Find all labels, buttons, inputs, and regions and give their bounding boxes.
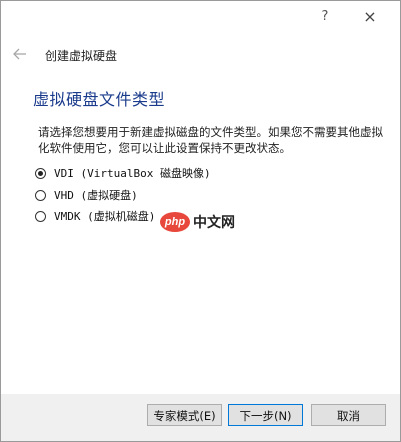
option-label: VMDK (虚拟机磁盘) (54, 210, 156, 223)
radio-checked-icon[interactable] (35, 167, 46, 179)
radio-unchecked-icon[interactable] (35, 189, 46, 201)
option-label: VDI (VirtualBox 磁盘映像) (54, 167, 211, 180)
option-vdi[interactable]: VDI (VirtualBox 磁盘映像) (35, 164, 211, 182)
cancel-button[interactable]: 取消 (311, 404, 386, 426)
page-heading: 虚拟硬盘文件类型 (33, 90, 166, 109)
title-bar: ? × (1, 1, 400, 34)
button-bar: 专家模式(E) 下一步(N) 取消 (1, 394, 400, 441)
back-arrow-icon[interactable] (11, 45, 29, 63)
radio-unchecked-icon[interactable] (35, 210, 46, 222)
php-logo: php (160, 212, 190, 232)
wizard-title: 创建虚拟硬盘 (45, 49, 118, 63)
wizard-content: 虚拟硬盘文件类型 请选择您想要用于新建虚拟磁盘的文件类型。如果您不需要其他虚拟化… (1, 74, 400, 394)
help-button[interactable]: ? (315, 7, 335, 27)
expert-mode-button[interactable]: 专家模式(E) (147, 404, 222, 426)
dialog-window: ? × 创建虚拟硬盘 虚拟硬盘文件类型 请选择您想要用于新建虚拟磁盘的文件类型。… (0, 0, 401, 442)
watermark-text: 中文网 (193, 215, 235, 231)
option-vmdk[interactable]: VMDK (虚拟机磁盘) (35, 207, 155, 225)
wizard-header: 创建虚拟硬盘 (1, 34, 400, 74)
description-text: 请选择您想要用于新建虚拟磁盘的文件类型。如果您不需要其他虚拟化软件使用它，您可以… (38, 125, 383, 155)
option-vhd[interactable]: VHD (虚拟硬盘) (35, 186, 138, 204)
close-button[interactable]: × (355, 3, 385, 31)
option-label: VHD (虚拟硬盘) (54, 189, 138, 202)
next-button[interactable]: 下一步(N) (228, 404, 303, 426)
watermark: php 中文网 (160, 211, 235, 233)
